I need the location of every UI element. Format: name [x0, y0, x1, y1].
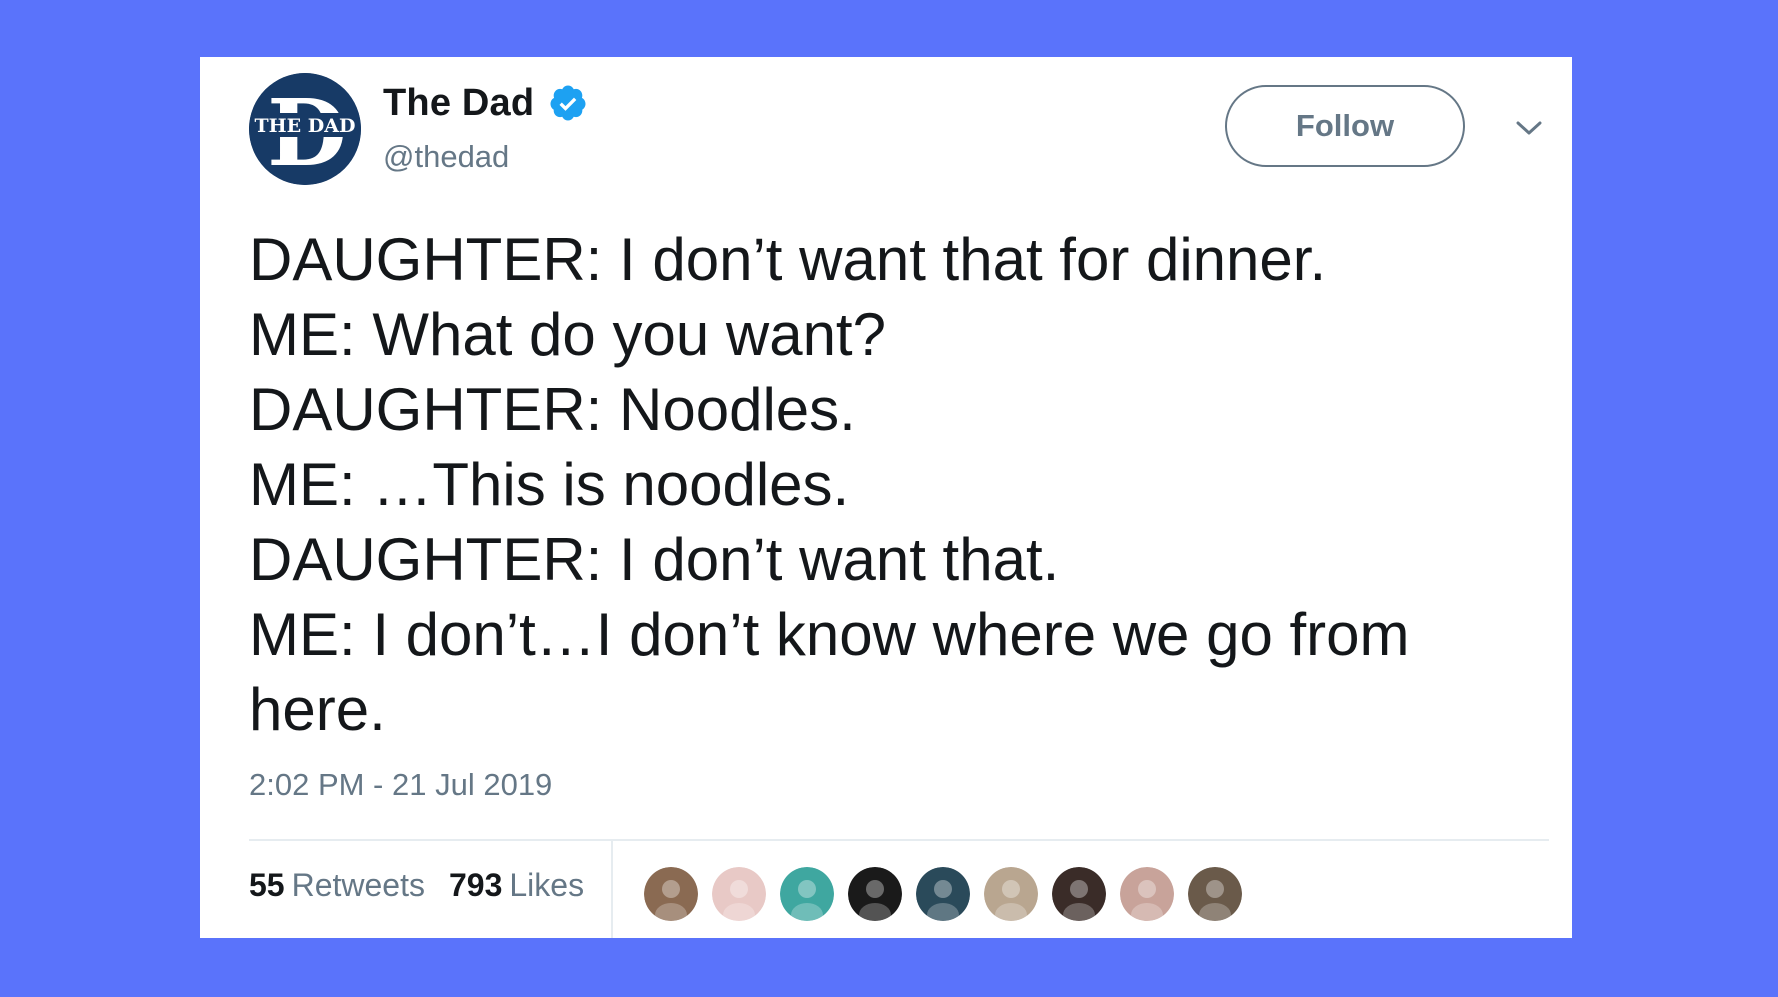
tweet-stats: 55 Retweets 793 Likes — [249, 867, 608, 904]
verified-badge-icon — [550, 85, 586, 121]
author-avatar[interactable]: D THE DAD — [249, 73, 361, 185]
tweet-text-line: DAUGHTER: I don’t want that for dinner. — [249, 226, 1327, 293]
the-dad-logo-icon: D THE DAD — [249, 73, 361, 185]
likes-count: 793 — [448, 867, 503, 903]
tweet-text-line: ME: I don’t…I don’t know where we go fro… — [249, 601, 1410, 668]
liker-avatar[interactable] — [914, 865, 972, 923]
liker-avatar[interactable] — [1186, 865, 1244, 923]
liker-avatar[interactable] — [642, 865, 700, 923]
liker-avatar[interactable] — [1118, 865, 1176, 923]
likes-label: Likes — [509, 867, 585, 903]
liker-avatar[interactable] — [982, 865, 1040, 923]
follow-button[interactable]: Follow — [1225, 85, 1465, 167]
tweet-text-line: ME: …This is noodles. — [249, 451, 850, 518]
chevron-down-icon[interactable] — [1515, 119, 1543, 137]
user-avatar-icon — [848, 867, 902, 921]
stats-divider — [611, 841, 613, 938]
author-handle[interactable]: @thedad — [383, 139, 509, 175]
liker-avatar[interactable] — [846, 865, 904, 923]
user-avatar-icon — [644, 867, 698, 921]
user-avatar-icon — [780, 867, 834, 921]
author-display-name[interactable]: The Dad — [383, 82, 534, 125]
divider — [249, 839, 1549, 841]
tweet-timestamp[interactable]: 2:02 PM - 21 Jul 2019 — [249, 767, 552, 803]
user-avatar-icon — [984, 867, 1038, 921]
retweets-count: 55 — [249, 867, 285, 903]
user-avatar-icon — [1120, 867, 1174, 921]
likes-stat[interactable]: 793 Likes — [449, 867, 584, 904]
user-avatar-icon — [916, 867, 970, 921]
user-avatar-icon — [1052, 867, 1106, 921]
tweet-text-line: ME: What do you want? — [249, 301, 886, 368]
avatar-text: THE DAD — [255, 115, 356, 137]
tweet-text-line: DAUGHTER: Noodles. — [249, 376, 856, 443]
tweet-card: D THE DAD The Dad @thedad Follow DAUGHTE… — [200, 57, 1572, 938]
tweet-text: DAUGHTER: I don’t want that for dinner. … — [249, 222, 1549, 747]
user-avatar-icon — [1188, 867, 1242, 921]
retweets-stat[interactable]: 55 Retweets — [249, 867, 425, 904]
liker-avatar[interactable] — [1050, 865, 1108, 923]
author-name-row: The Dad — [383, 79, 588, 127]
retweets-label: Retweets — [291, 867, 425, 903]
liker-avatar[interactable] — [710, 865, 768, 923]
liker-avatar[interactable] — [778, 865, 836, 923]
user-avatar-icon — [712, 867, 766, 921]
tweet-text-line: DAUGHTER: I don’t want that. — [249, 526, 1060, 593]
liker-avatars — [642, 865, 1254, 923]
tweet-text-line: here. — [249, 676, 386, 743]
